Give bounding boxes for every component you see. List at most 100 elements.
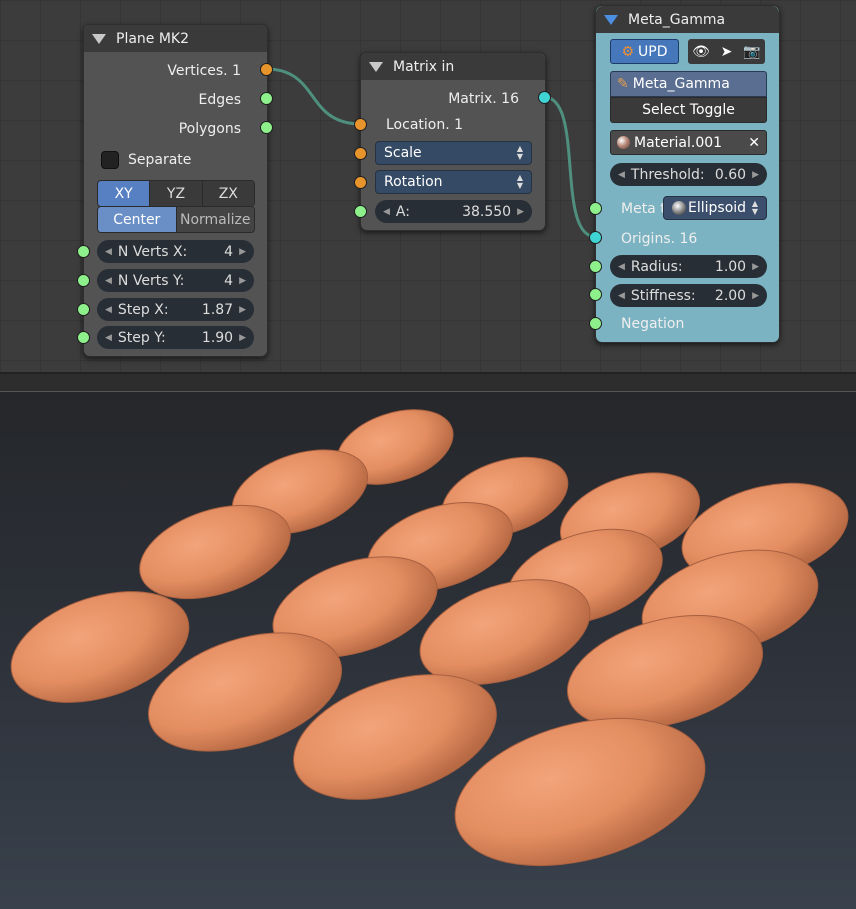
polygons-output-socket[interactable] <box>260 121 273 134</box>
decrement-arrow-icon[interactable]: ◀ <box>618 291 625 301</box>
material-selector[interactable]: Material.001 ✕ <box>610 130 767 155</box>
field-value: 38.550 <box>462 203 512 220</box>
mode-selector: Center Normalize <box>97 206 255 233</box>
field-value: 4 <box>224 243 234 260</box>
field-label: Stiffness: <box>630 287 696 304</box>
dropdown-label: Scale <box>384 145 422 161</box>
rotation-dropdown[interactable]: Rotation ▲ ▼ <box>375 170 532 194</box>
object-name-field[interactable]: ✎ Meta_Gamma <box>610 71 767 97</box>
n-verts-y-socket[interactable] <box>77 274 90 287</box>
dropdown-label: Ellipsoid <box>672 200 746 216</box>
input-negation: Negation <box>621 316 685 332</box>
increment-arrow-icon[interactable]: ▶ <box>239 247 246 257</box>
decrement-arrow-icon[interactable]: ◀ <box>105 305 112 315</box>
matrix-output-socket[interactable] <box>538 91 551 104</box>
collapse-triangle-icon[interactable] <box>604 14 618 25</box>
field-label: Radius: <box>630 258 683 275</box>
field-label: N Verts X: <box>117 243 188 260</box>
decrement-arrow-icon[interactable]: ◀ <box>105 247 112 257</box>
increment-arrow-icon[interactable]: ▶ <box>239 333 246 343</box>
vertices-output-socket[interactable] <box>260 63 273 76</box>
negation-input-socket[interactable] <box>589 317 602 330</box>
step-x-field[interactable]: ◀ Step X: 1.87 ▶ <box>97 298 254 321</box>
field-label: Step Y: <box>117 329 166 346</box>
blender-icon: ⚙ <box>621 43 635 60</box>
meta-type-dropdown[interactable]: Ellipsoid ▲ ▼ <box>663 196 767 220</box>
axis-yz-button[interactable]: YZ <box>150 181 203 206</box>
increment-arrow-icon[interactable]: ▶ <box>752 262 759 272</box>
separate-label: Separate <box>128 152 192 168</box>
field-label: A: <box>395 203 410 220</box>
threshold-field[interactable]: ◀ Threshold: 0.60 ▶ <box>610 163 767 186</box>
collapse-triangle-icon[interactable] <box>92 33 106 44</box>
decrement-arrow-icon[interactable]: ◀ <box>618 170 625 180</box>
meta-node-header[interactable]: Meta_Gamma <box>596 6 779 33</box>
increment-arrow-icon[interactable]: ▶ <box>239 305 246 315</box>
separate-checkbox[interactable] <box>101 151 119 169</box>
object-name: Meta_Gamma <box>632 76 730 92</box>
scale-input-socket[interactable] <box>354 147 367 160</box>
visibility-toggle[interactable]: 👁 <box>688 39 714 64</box>
rotation-input-socket[interactable] <box>354 176 367 189</box>
step-y-socket[interactable] <box>77 331 90 344</box>
select-toggle-button[interactable]: Select Toggle <box>610 97 767 123</box>
upd-button[interactable]: ⚙ UPD <box>610 39 679 64</box>
decrement-arrow-icon[interactable]: ◀ <box>383 207 390 217</box>
plane-mk2-node[interactable]: Plane MK2 Vertices. 1 Edges Polygons Sep… <box>83 24 268 357</box>
n-verts-y-field[interactable]: ◀ N Verts Y: 4 ▶ <box>97 269 254 292</box>
plane-node-title: Plane MK2 <box>116 30 190 47</box>
decrement-arrow-icon[interactable]: ◀ <box>105 276 112 286</box>
center-button[interactable]: Center <box>98 207 177 232</box>
field-value: 2.00 <box>714 287 747 304</box>
field-label: Threshold: <box>630 166 705 183</box>
radius-field[interactable]: ◀ Radius: 1.00 ▶ <box>610 255 767 278</box>
increment-arrow-icon[interactable]: ▶ <box>239 276 246 286</box>
axis-zx-button[interactable]: ZX <box>202 181 254 206</box>
area-divider[interactable] <box>0 372 856 392</box>
clear-material-icon[interactable]: ✕ <box>748 135 760 151</box>
increment-arrow-icon[interactable]: ▶ <box>752 170 759 180</box>
stiffness-input-socket[interactable] <box>589 288 602 301</box>
camera-icon: 📷 <box>743 43 761 60</box>
step-y-field[interactable]: ◀ Step Y: 1.90 ▶ <box>97 326 254 349</box>
field-value: 4 <box>224 272 234 289</box>
3d-viewport[interactable] <box>0 392 856 909</box>
meta-gamma-node[interactable]: Meta_Gamma ⚙ UPD 👁 ➤ 📷 ✎ Meta_Gamma Sele… <box>595 5 780 343</box>
matrix-node-header[interactable]: Matrix in <box>361 53 545 80</box>
step-x-socket[interactable] <box>77 303 90 316</box>
n-verts-x-socket[interactable] <box>77 245 90 258</box>
increment-arrow-icon[interactable]: ▶ <box>752 291 759 301</box>
plane-node-header[interactable]: Plane MK2 <box>84 25 267 52</box>
select-toggle-icon-button[interactable]: ➤ <box>714 39 739 64</box>
stiffness-field[interactable]: ◀ Stiffness: 2.00 ▶ <box>610 284 767 307</box>
meta-type-label: Meta t <box>621 201 666 217</box>
matrix-node-title: Matrix in <box>393 58 455 75</box>
input-origins: Origins. 16 <box>621 231 698 247</box>
material-sphere-icon <box>617 136 630 149</box>
collapse-triangle-icon[interactable] <box>369 61 383 72</box>
scale-dropdown[interactable]: Scale ▲ ▼ <box>375 141 532 165</box>
increment-arrow-icon[interactable]: ▶ <box>517 207 524 217</box>
decrement-arrow-icon[interactable]: ◀ <box>105 333 112 343</box>
render-toggle[interactable]: 📷 <box>739 39 765 64</box>
output-edges: Edges <box>198 92 241 108</box>
n-verts-x-field[interactable]: ◀ N Verts X: 4 ▶ <box>97 240 254 263</box>
matrix-in-node[interactable]: Matrix in Matrix. 16 Location. 1 Scale ▲… <box>360 52 546 231</box>
meta-type-input-socket[interactable] <box>589 202 602 215</box>
axis-xy-button[interactable]: XY <box>98 181 151 206</box>
location-input-socket[interactable] <box>354 118 367 131</box>
axis-selector: XY YZ ZX <box>97 180 255 207</box>
decrement-arrow-icon[interactable]: ◀ <box>618 262 625 272</box>
node-editor[interactable]: Plane MK2 Vertices. 1 Edges Polygons Sep… <box>0 0 856 372</box>
upd-label: UPD <box>638 43 668 60</box>
ellipsoid-icon <box>672 201 686 215</box>
input-location: Location. 1 <box>386 117 464 133</box>
origins-input-socket[interactable] <box>589 231 602 244</box>
edges-output-socket[interactable] <box>260 92 273 105</box>
normalize-button[interactable]: Normalize <box>176 207 254 232</box>
angle-input-socket[interactable] <box>354 205 367 218</box>
angle-field[interactable]: ◀ A: 38.550 ▶ <box>375 200 532 223</box>
radius-input-socket[interactable] <box>589 260 602 273</box>
cursor-arrow-icon: ➤ <box>720 43 733 60</box>
updown-arrow-icon: ▲ ▼ <box>516 144 523 161</box>
